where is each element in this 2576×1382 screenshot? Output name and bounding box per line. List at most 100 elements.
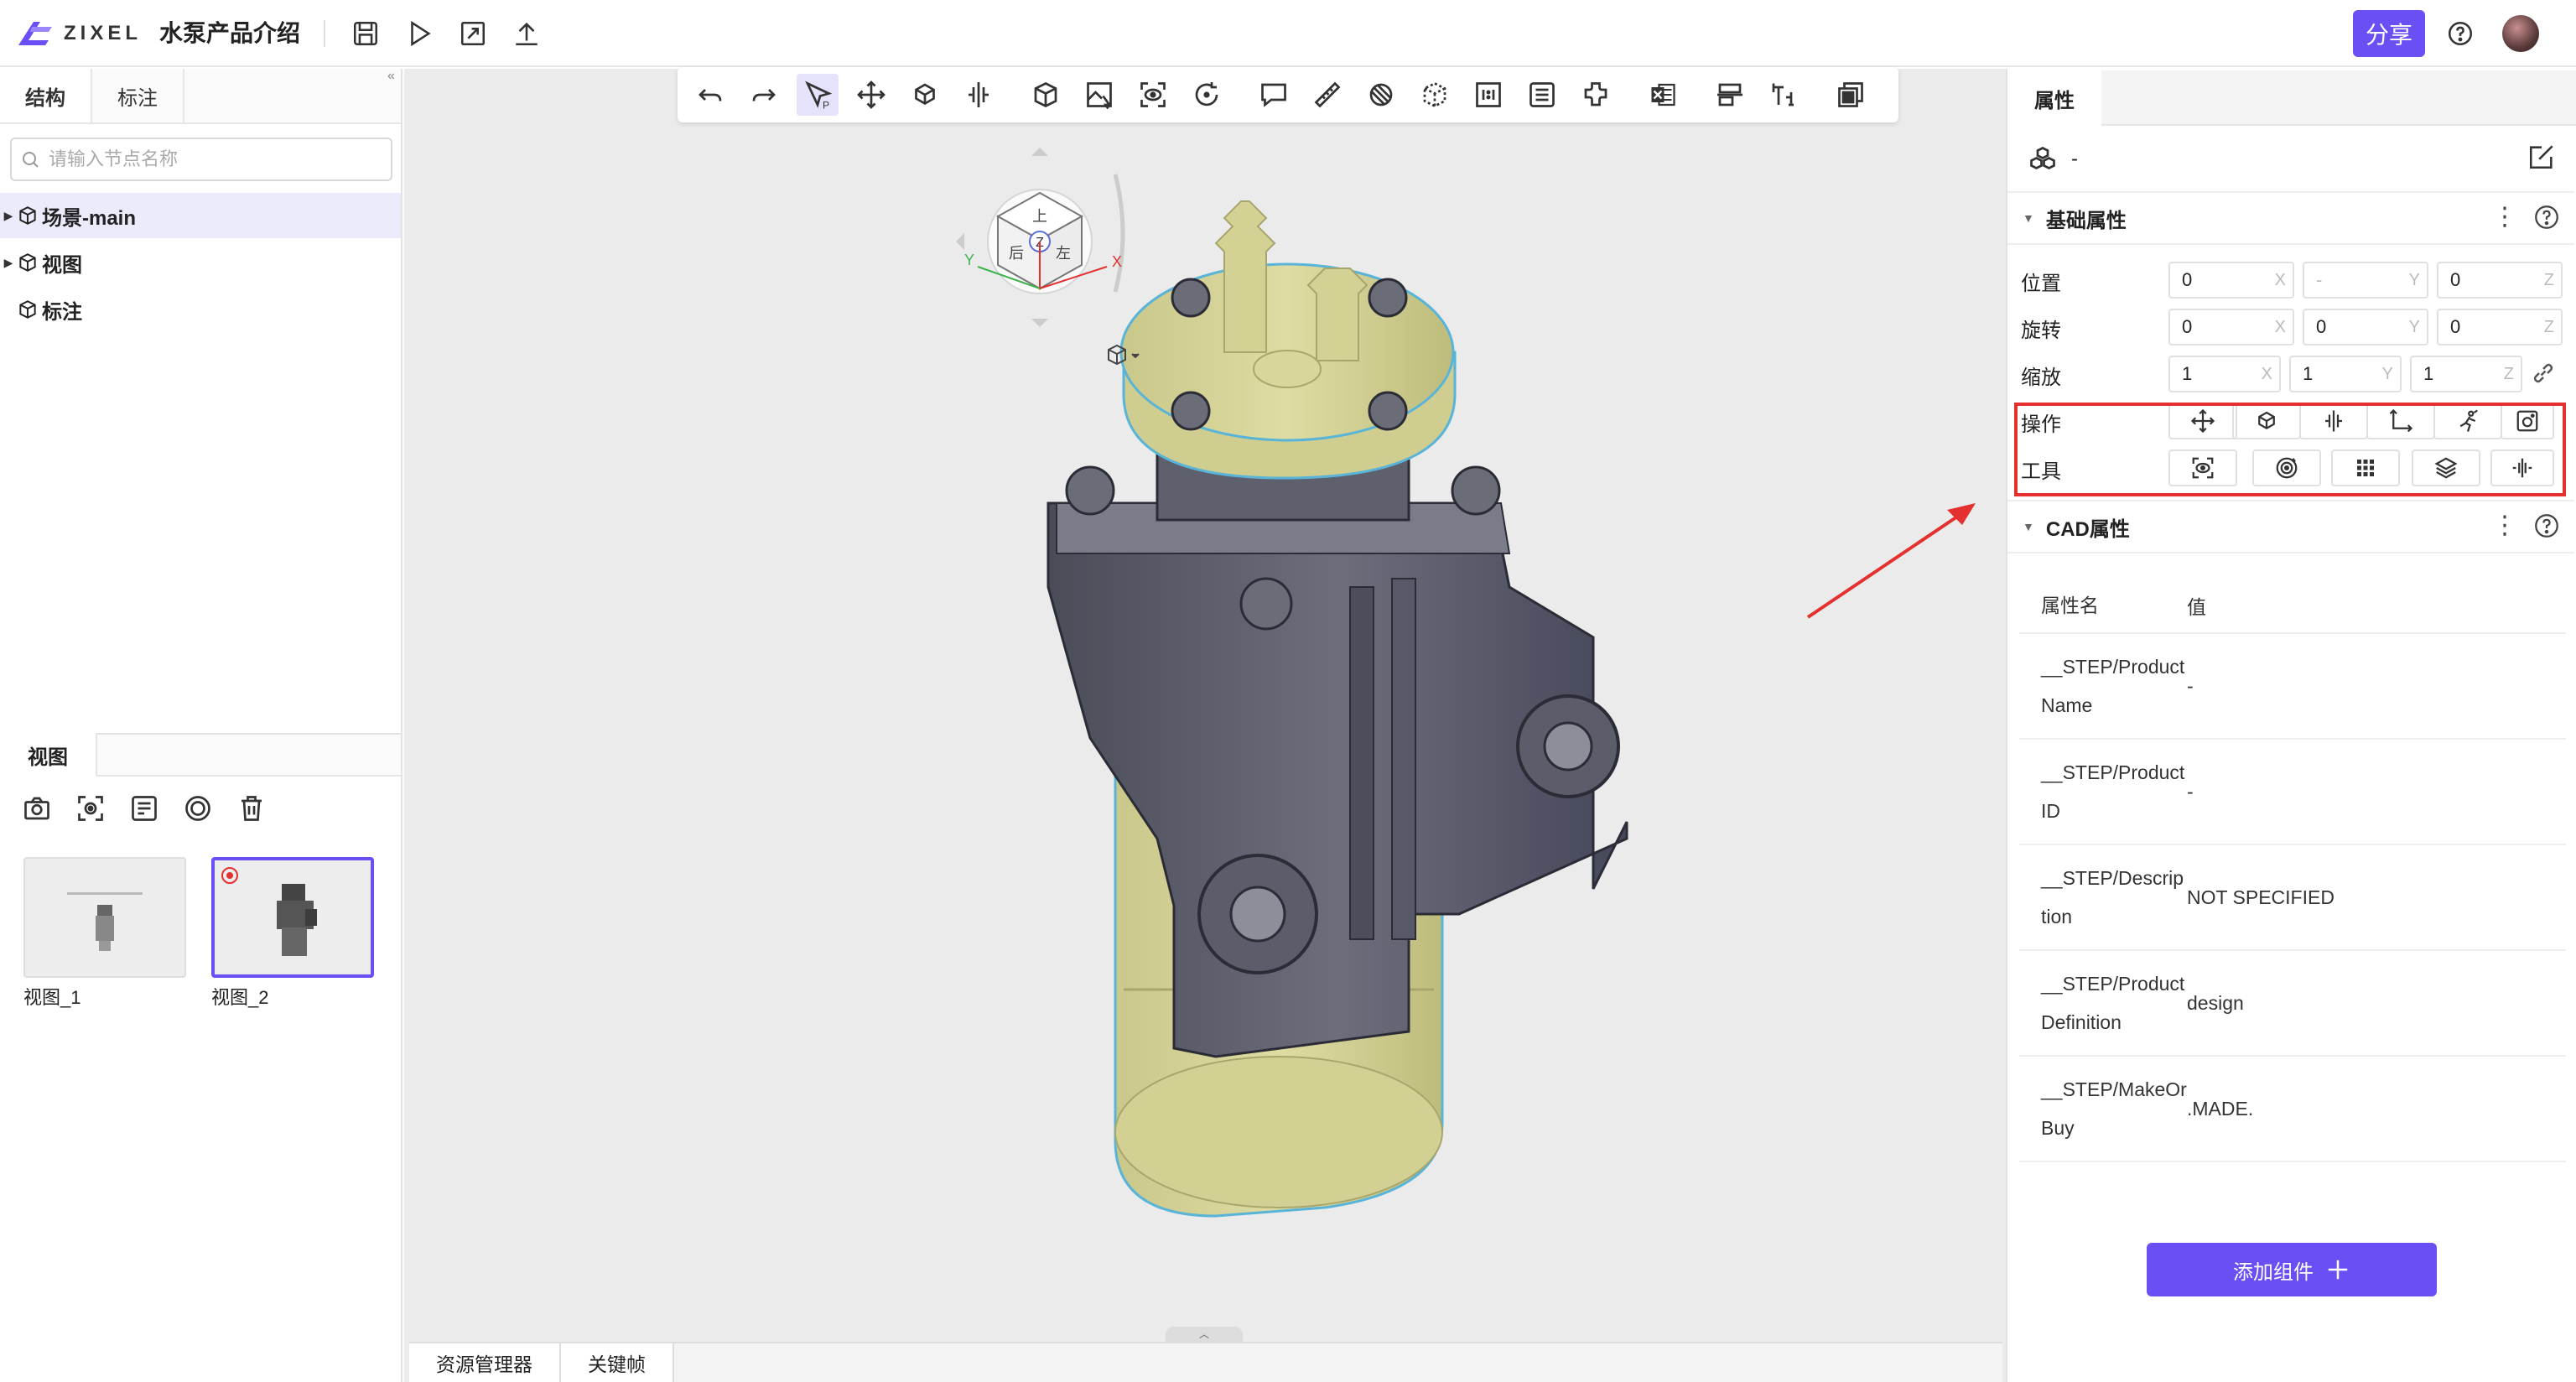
plus-icon bbox=[2328, 1260, 2348, 1280]
highlight-box-annotation bbox=[2014, 403, 2566, 496]
cad-table-header: 属性名 值 bbox=[2019, 579, 2566, 634]
upload-icon[interactable] bbox=[508, 15, 545, 52]
edit-icon[interactable] bbox=[2527, 143, 2556, 171]
more-menu-icon[interactable]: ⋮ bbox=[2492, 513, 2517, 538]
ratio-icon[interactable] bbox=[1467, 74, 1509, 116]
collapse-caret-icon[interactable]: ▼ bbox=[2023, 211, 2034, 225]
scale-y-field[interactable]: 1Y bbox=[2289, 356, 2402, 392]
tree-item-label: 场景-main bbox=[42, 206, 137, 230]
rotation-z-field[interactable]: 0Z bbox=[2437, 309, 2563, 346]
rotation-label: 旋转 bbox=[2021, 320, 2061, 342]
plugin-icon[interactable] bbox=[1575, 74, 1617, 116]
3d-viewport[interactable]: 上 后 左 Z X Y bbox=[404, 69, 2006, 1382]
section-title: 基础属性 bbox=[2045, 209, 2127, 232]
cube-icon bbox=[19, 253, 36, 272]
zixel-logo-icon bbox=[18, 22, 52, 45]
expand-caret-icon[interactable]: ▶ bbox=[0, 209, 17, 223]
record-icon[interactable] bbox=[179, 790, 216, 827]
collapse-left-icon[interactable]: « bbox=[387, 69, 395, 84]
tab-asset-manager[interactable]: 资源管理器 bbox=[409, 1343, 561, 1382]
cad-prop-value: .MADE. bbox=[2187, 1097, 2254, 1120]
tab-properties[interactable]: 属性 bbox=[2007, 70, 2101, 126]
cad-prop-value: design bbox=[2187, 991, 2244, 1014]
explode-icon[interactable] bbox=[958, 74, 1000, 116]
rotation-y-field[interactable]: 0Y bbox=[2303, 309, 2428, 346]
cad-prop-value: NOT SPECIFIED bbox=[2187, 886, 2334, 908]
tree-item-annotations[interactable]: 标注 bbox=[0, 287, 401, 332]
document-title: 水泵产品介绍 bbox=[159, 20, 301, 46]
collapse-caret-icon[interactable]: ▼ bbox=[2023, 520, 2034, 533]
cad-properties-header[interactable]: ▼ CAD属性 bbox=[2007, 501, 2574, 552]
section-icon[interactable] bbox=[1360, 74, 1402, 116]
exploded-parts-icon[interactable] bbox=[1414, 74, 1456, 116]
image-select-icon[interactable] bbox=[1078, 74, 1120, 116]
view-thumbnail-2[interactable] bbox=[211, 857, 374, 978]
camera-icon[interactable] bbox=[18, 790, 55, 827]
play-icon[interactable] bbox=[401, 15, 438, 52]
position-y-field[interactable]: -Y bbox=[2303, 262, 2428, 299]
tab-annotation[interactable]: 标注 bbox=[92, 69, 184, 122]
bottom-tab-bar: 资源管理器 关键帧 bbox=[409, 1342, 2002, 1382]
share-button[interactable]: 分享 bbox=[2353, 10, 2425, 57]
cad-prop-name: __STEP/ProductDefinition bbox=[2041, 973, 2185, 1033]
cad-prop-value: - bbox=[2187, 674, 2194, 697]
tab-views[interactable]: 视图 bbox=[0, 733, 97, 777]
delete-icon[interactable] bbox=[233, 790, 270, 827]
expand-caret-icon[interactable]: ▶ bbox=[0, 256, 17, 270]
select-tool-icon[interactable]: P bbox=[797, 74, 839, 116]
link-scale-icon[interactable] bbox=[2531, 361, 2556, 386]
app-logo[interactable]: ZIXEL bbox=[15, 15, 142, 52]
move-tool-icon[interactable] bbox=[850, 74, 892, 116]
tab-keyframes[interactable]: 关键帧 bbox=[561, 1343, 674, 1382]
excel-icon[interactable] bbox=[1642, 74, 1684, 116]
rotation-x-field[interactable]: 0X bbox=[2168, 309, 2294, 346]
comment-icon[interactable] bbox=[1253, 74, 1295, 116]
dimension-icon[interactable] bbox=[1763, 74, 1805, 116]
tree-item-scene-main[interactable]: ▶ 场景-main bbox=[0, 193, 401, 238]
tab-structure[interactable]: 结构 bbox=[0, 69, 92, 122]
position-x-field[interactable]: 0X bbox=[2168, 262, 2294, 299]
cad-row: __STEP/MakeOrBuy .MADE. bbox=[2019, 1057, 2566, 1162]
view-list-icon[interactable] bbox=[126, 790, 163, 827]
node-search-input[interactable] bbox=[49, 148, 384, 170]
basic-properties-header[interactable]: ▼ 基础属性 bbox=[2007, 193, 2574, 243]
cad-row: __STEP/ProductName - bbox=[2019, 634, 2566, 740]
scale-x-field[interactable]: 1X bbox=[2168, 356, 2281, 392]
layers-window-icon[interactable] bbox=[1830, 74, 1872, 116]
tree-item-views[interactable]: ▶ 视图 bbox=[0, 240, 401, 285]
assembly-icon[interactable] bbox=[904, 74, 946, 116]
edit-export-icon[interactable] bbox=[454, 15, 491, 52]
measure-icon[interactable] bbox=[1306, 74, 1348, 116]
user-avatar[interactable] bbox=[2502, 15, 2539, 52]
scale-z-field[interactable]: 1Z bbox=[2410, 356, 2522, 392]
cad-row: __STEP/Description NOT SPECIFIED bbox=[2019, 845, 2566, 951]
rotate-icon[interactable] bbox=[1186, 74, 1228, 116]
view-focus-icon[interactable] bbox=[1132, 74, 1174, 116]
section-title: CAD属性 bbox=[2045, 517, 2130, 541]
cad-prop-value: - bbox=[2187, 780, 2194, 803]
cube-icon bbox=[19, 300, 36, 319]
save-icon[interactable] bbox=[347, 15, 384, 52]
redo-icon[interactable] bbox=[743, 74, 785, 116]
undo-icon[interactable] bbox=[689, 74, 731, 116]
structure-tabs: 结构 标注 bbox=[0, 69, 401, 124]
align-icon[interactable] bbox=[1709, 74, 1751, 116]
more-menu-icon[interactable]: ⋮ bbox=[2492, 205, 2517, 230]
focus-view-icon[interactable] bbox=[72, 790, 109, 827]
expand-bottom-panel-icon[interactable]: ︿ bbox=[1166, 1327, 1243, 1342]
cad-row: __STEP/ProductID - bbox=[2019, 740, 2566, 845]
help-icon[interactable] bbox=[2442, 15, 2479, 52]
help-circle-icon[interactable] bbox=[2532, 203, 2561, 231]
help-circle-icon[interactable] bbox=[2532, 512, 2561, 540]
box-view-icon[interactable] bbox=[1025, 74, 1067, 116]
position-z-field[interactable]: 0Z bbox=[2437, 262, 2563, 299]
cad-prop-name: __STEP/Description bbox=[2041, 867, 2184, 927]
cad-prop-name: __STEP/ProductName bbox=[2041, 656, 2185, 716]
node-search bbox=[10, 138, 392, 181]
component-icon bbox=[2028, 144, 2058, 174]
list-icon[interactable] bbox=[1521, 74, 1563, 116]
cad-header-value: 值 bbox=[2187, 596, 2206, 618]
add-component-button[interactable]: 添加组件 bbox=[2147, 1243, 2437, 1296]
view-thumbnail-1[interactable] bbox=[23, 857, 186, 978]
search-icon bbox=[23, 152, 39, 168]
